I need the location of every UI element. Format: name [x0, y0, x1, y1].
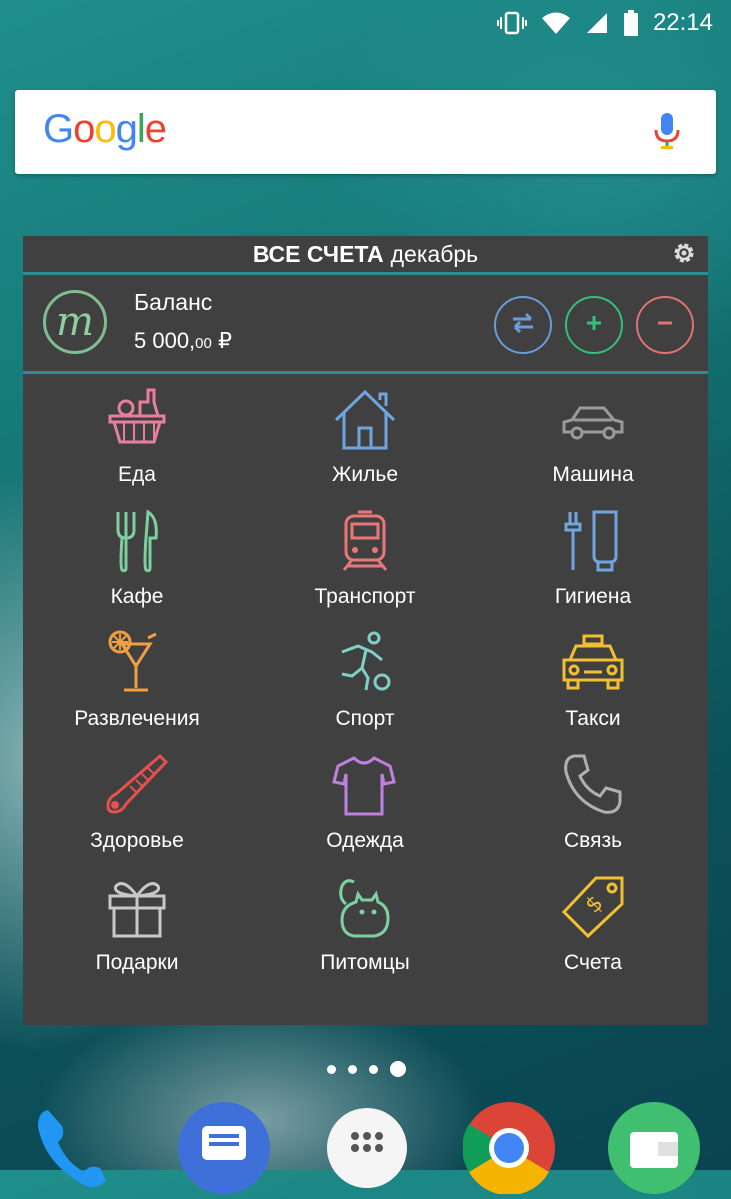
page-dot[interactable]: [390, 1061, 406, 1077]
app-logo[interactable]: m: [43, 290, 107, 354]
category-2[interactable]: Машина: [479, 386, 707, 508]
category-label: Гигиена: [554, 585, 632, 608]
add-income-button[interactable]: [565, 296, 623, 354]
app-drawer-icon[interactable]: [327, 1108, 407, 1188]
category-label: Такси: [565, 707, 621, 730]
category-label: Жилье: [332, 463, 398, 486]
price-tag-icon: $: [560, 874, 626, 940]
category-10[interactable]: Одежда: [251, 752, 479, 874]
plus-icon: [584, 313, 604, 338]
messages-app-icon[interactable]: [178, 1102, 270, 1194]
taxi-icon: [560, 630, 626, 696]
chrome-app-icon[interactable]: [462, 1102, 555, 1196]
category-1[interactable]: Жилье: [251, 386, 479, 508]
category-5[interactable]: Гигиена: [479, 508, 707, 630]
microphone-icon[interactable]: [652, 112, 682, 157]
gift-icon: [104, 874, 170, 940]
basket-icon: [104, 386, 170, 452]
widget-month: декабрь: [390, 240, 479, 267]
battery-icon: [623, 10, 639, 36]
widget-title: ВСЕ СЧЕТА: [252, 240, 384, 267]
signal-icon: [585, 11, 609, 35]
status-bar: 22:14: [0, 0, 731, 46]
category-8[interactable]: Такси: [479, 630, 707, 752]
widget-header[interactable]: ВСЕ СЧЕТА декабрь: [23, 236, 708, 275]
page-dot[interactable]: [327, 1064, 336, 1074]
category-label: Развлечения: [74, 707, 200, 730]
gear-icon[interactable]: [672, 241, 696, 271]
thermometer-icon: [104, 752, 170, 818]
svg-text:$: $: [581, 891, 609, 919]
toothbrush-icon: [560, 508, 626, 574]
category-4[interactable]: Транспорт: [251, 508, 479, 630]
category-label: Здоровье: [90, 829, 184, 852]
add-expense-button[interactable]: [636, 296, 694, 354]
cat-icon: [332, 874, 398, 940]
vibrate-icon: [496, 11, 527, 35]
transfer-icon: [510, 312, 536, 339]
car-icon: [560, 386, 626, 452]
cocktail-icon: [104, 630, 170, 696]
category-grid: Еда Жилье Машина Кафе Транспорт Гигиена Развле…: [23, 374, 708, 996]
category-6[interactable]: Развлечения: [23, 630, 251, 752]
wallet-app-icon[interactable]: [608, 1102, 700, 1194]
balance-value: 5 000,00 ₽: [134, 328, 232, 353]
minus-icon: [655, 313, 675, 338]
category-label: Связь: [563, 829, 623, 852]
category-11[interactable]: Связь: [479, 752, 707, 874]
google-logo: Google: [43, 107, 167, 151]
category-label: Подарки: [95, 951, 179, 974]
google-search-bar[interactable]: Google: [15, 90, 716, 174]
category-0[interactable]: Еда: [23, 386, 251, 508]
wifi-icon: [541, 11, 571, 35]
page-dot[interactable]: [369, 1064, 378, 1074]
category-9[interactable]: Здоровье: [23, 752, 251, 874]
category-label: Счета: [564, 951, 622, 974]
category-12[interactable]: Подарки: [23, 874, 251, 996]
category-3[interactable]: Кафе: [23, 508, 251, 630]
phone-app-icon[interactable]: [30, 1102, 122, 1194]
train-icon: [332, 508, 398, 574]
category-7[interactable]: Спорт: [251, 630, 479, 752]
page-dot[interactable]: [348, 1064, 357, 1074]
category-label: Спорт: [335, 707, 395, 730]
category-label: Еда: [118, 463, 156, 486]
tshirt-icon: [332, 752, 398, 818]
house-icon: [332, 386, 398, 452]
cutlery-icon: [104, 508, 170, 574]
football-player-icon: [332, 630, 398, 696]
balance-row: m Баланс 5 000,00 ₽: [23, 275, 708, 374]
phone-icon: [560, 752, 626, 818]
clock: 22:14: [652, 9, 713, 36]
transfer-button[interactable]: [494, 296, 552, 354]
page-indicator: [327, 1061, 406, 1077]
budget-widget: ВСЕ СЧЕТА декабрь m Баланс 5 000,00 ₽ Ед…: [23, 236, 708, 1025]
category-14[interactable]: $ Счета: [479, 874, 707, 996]
balance-label: Баланс: [134, 289, 213, 315]
category-13[interactable]: Питомцы: [251, 874, 479, 996]
category-label: Машина: [552, 463, 634, 486]
category-label: Питомцы: [320, 951, 410, 974]
category-label: Транспорт: [314, 585, 416, 608]
category-label: Кафе: [110, 585, 164, 608]
category-label: Одежда: [326, 829, 404, 852]
